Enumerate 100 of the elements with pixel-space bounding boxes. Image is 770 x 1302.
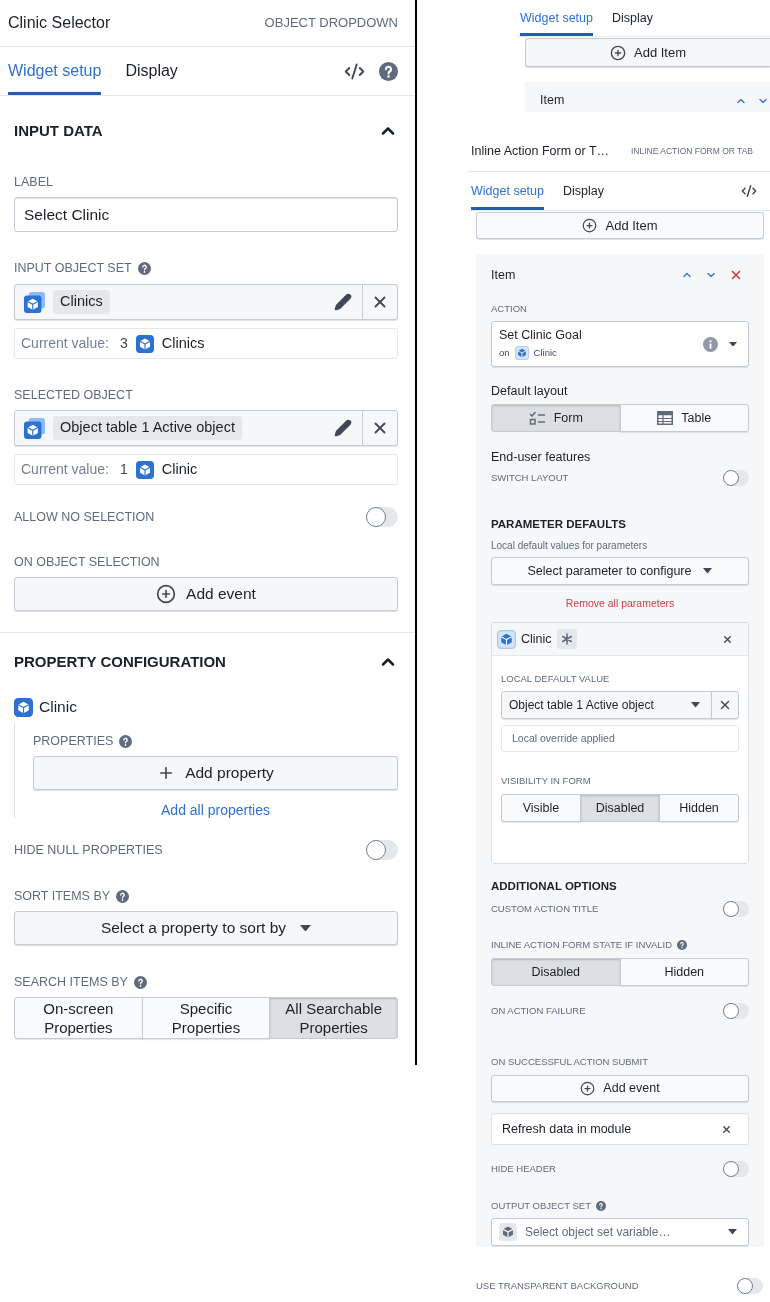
object-set-icon [24, 291, 45, 313]
field-label: ON ACTION FAILURE [491, 1003, 586, 1018]
cube-icon [135, 334, 154, 353]
layout-option[interactable]: Form [491, 404, 621, 432]
action-name: Set Clinic Goal [499, 327, 582, 343]
remove-all-link[interactable]: Remove all parameters [565, 596, 675, 612]
search-mode-option[interactable]: On-screen Properties [14, 997, 143, 1039]
help-icon[interactable] [119, 734, 133, 748]
help-icon[interactable] [677, 940, 688, 950]
section-heading: INPUT DATA [14, 120, 103, 141]
tab[interactable]: Widget setup [8, 47, 102, 95]
visibility-option[interactable]: Disabled [580, 794, 660, 822]
field-label: LABEL [14, 175, 53, 189]
field-label: LOCAL DEFAULT VALUE [501, 674, 610, 684]
add-all-properties-link[interactable]: Add all properties [161, 800, 270, 818]
object-set-icon [24, 417, 45, 439]
widget-title: Clinic Selector [8, 13, 111, 33]
close-icon[interactable] [721, 1123, 732, 1135]
widget-title: Inline Action Form or T… [471, 143, 610, 161]
object-set-field[interactable]: Clinics [14, 284, 398, 320]
section-heading: ADDITIONAL OPTIONS [491, 879, 617, 895]
clear-button[interactable] [711, 691, 739, 719]
visibility-option[interactable]: Visible [501, 794, 581, 822]
object-type-name: Clinic [39, 697, 77, 718]
object-chip: Clinics [53, 290, 110, 314]
plus-circle-icon [610, 44, 626, 61]
object-chip: Object table 1 Active object [53, 416, 242, 440]
help-icon[interactable] [133, 975, 147, 989]
field-label: SORT ITEMS BY [14, 889, 111, 903]
caret-down-icon [703, 568, 713, 574]
toggle-switch[interactable] [723, 1161, 749, 1177]
field-label: PROPERTIES [33, 734, 114, 748]
pencil-icon[interactable] [334, 419, 352, 437]
search-mode-option[interactable]: All Searchable Properties [269, 997, 398, 1039]
info-icon[interactable] [703, 336, 718, 352]
close-icon[interactable] [722, 633, 733, 645]
section-heading: PROPERTY CONFIGURATION [14, 651, 226, 672]
help-icon[interactable] [379, 61, 398, 81]
select-placeholder: Select object set variable… [525, 1224, 672, 1241]
parameter-name: Clinic [521, 630, 552, 648]
layout-option[interactable]: Table [619, 404, 749, 432]
field-label: INLINE ACTION FORM STATE IF INVALID [491, 940, 673, 950]
invalid-state-option[interactable]: Disabled [491, 958, 621, 986]
toggle-switch[interactable] [737, 1278, 763, 1294]
add-item-button[interactable]: Add Item [476, 212, 764, 239]
field-label: SEARCH ITEMS BY [14, 975, 128, 989]
toggle-switch[interactable] [366, 840, 398, 860]
field-label: HIDE NULL PROPERTIES [14, 841, 163, 859]
caret-down-icon [728, 1229, 737, 1235]
field-label: VISIBILITY IN FORM [501, 776, 591, 786]
default-value-select[interactable]: Object table 1 Active object [501, 691, 712, 719]
add-property-button[interactable]: Add property [33, 756, 398, 790]
pencil-icon[interactable] [334, 293, 352, 311]
caret-down-icon [691, 702, 700, 708]
table-icon [657, 411, 674, 425]
field-label: SWITCH LAYOUT [491, 470, 569, 485]
visibility-option[interactable]: Hidden [659, 794, 739, 822]
plus-circle-icon [580, 1081, 596, 1096]
item-title: Item [491, 266, 516, 284]
tab[interactable]: Display [611, 0, 653, 36]
add-event-button[interactable]: Add event [491, 1075, 749, 1102]
object-set-select[interactable]: Select object set variable… [491, 1218, 749, 1246]
tab[interactable]: Display [562, 172, 604, 210]
field-label: ALLOW NO SELECTION [14, 508, 155, 526]
label-input[interactable]: Select Clinic [14, 197, 398, 232]
plus-circle-icon [582, 218, 598, 233]
help-icon[interactable] [116, 889, 130, 903]
section-heading: PARAMETER DEFAULTS [491, 517, 627, 533]
object-count: 3 [119, 334, 128, 353]
cube-icon [514, 346, 529, 360]
current-value-label: Current value: [21, 334, 109, 353]
toggle-switch[interactable] [723, 1003, 749, 1019]
caret-down-icon [300, 924, 312, 932]
object-type-name: Clinic [533, 345, 557, 360]
invalid-state-option[interactable]: Hidden [619, 958, 749, 986]
on-label: on [499, 345, 510, 360]
widget-type-label: INLINE ACTION FORM OR TAB [631, 145, 753, 158]
parameter-select[interactable]: Select parameter to configure [491, 557, 749, 585]
delete-icon[interactable] [729, 268, 743, 282]
search-mode-option[interactable]: Specific Properties [141, 997, 271, 1039]
code-icon[interactable] [741, 183, 757, 199]
field-label: OUTPUT OBJECT SET [491, 1201, 591, 1211]
field-label: INPUT OBJECT SET [14, 261, 132, 275]
add-item-button[interactable]: Add Item [525, 38, 770, 67]
object-count: 1 [119, 460, 128, 479]
toggle-switch[interactable] [723, 470, 749, 486]
action-select[interactable]: Set Clinic Goal on Clinic [491, 321, 749, 367]
tab[interactable]: Display [125, 47, 178, 95]
field-label: SELECTED OBJECT [14, 388, 133, 402]
toggle-switch[interactable] [366, 507, 398, 527]
field-label: ON OBJECT SELECTION [14, 555, 160, 569]
sort-property-select[interactable]: Select a property to sort by [14, 911, 398, 945]
toggle-switch[interactable] [723, 901, 749, 917]
add-event-button[interactable]: Add event [14, 577, 398, 611]
caret-down-icon [729, 341, 737, 347]
help-icon[interactable] [595, 1201, 606, 1211]
selected-object-field[interactable]: Object table 1 Active object [14, 410, 398, 446]
help-icon[interactable] [137, 261, 151, 275]
field-label: USE TRANSPARENT BACKGROUND [476, 1278, 639, 1293]
widget-type-label: OBJECT DROPDOWN [264, 14, 398, 33]
